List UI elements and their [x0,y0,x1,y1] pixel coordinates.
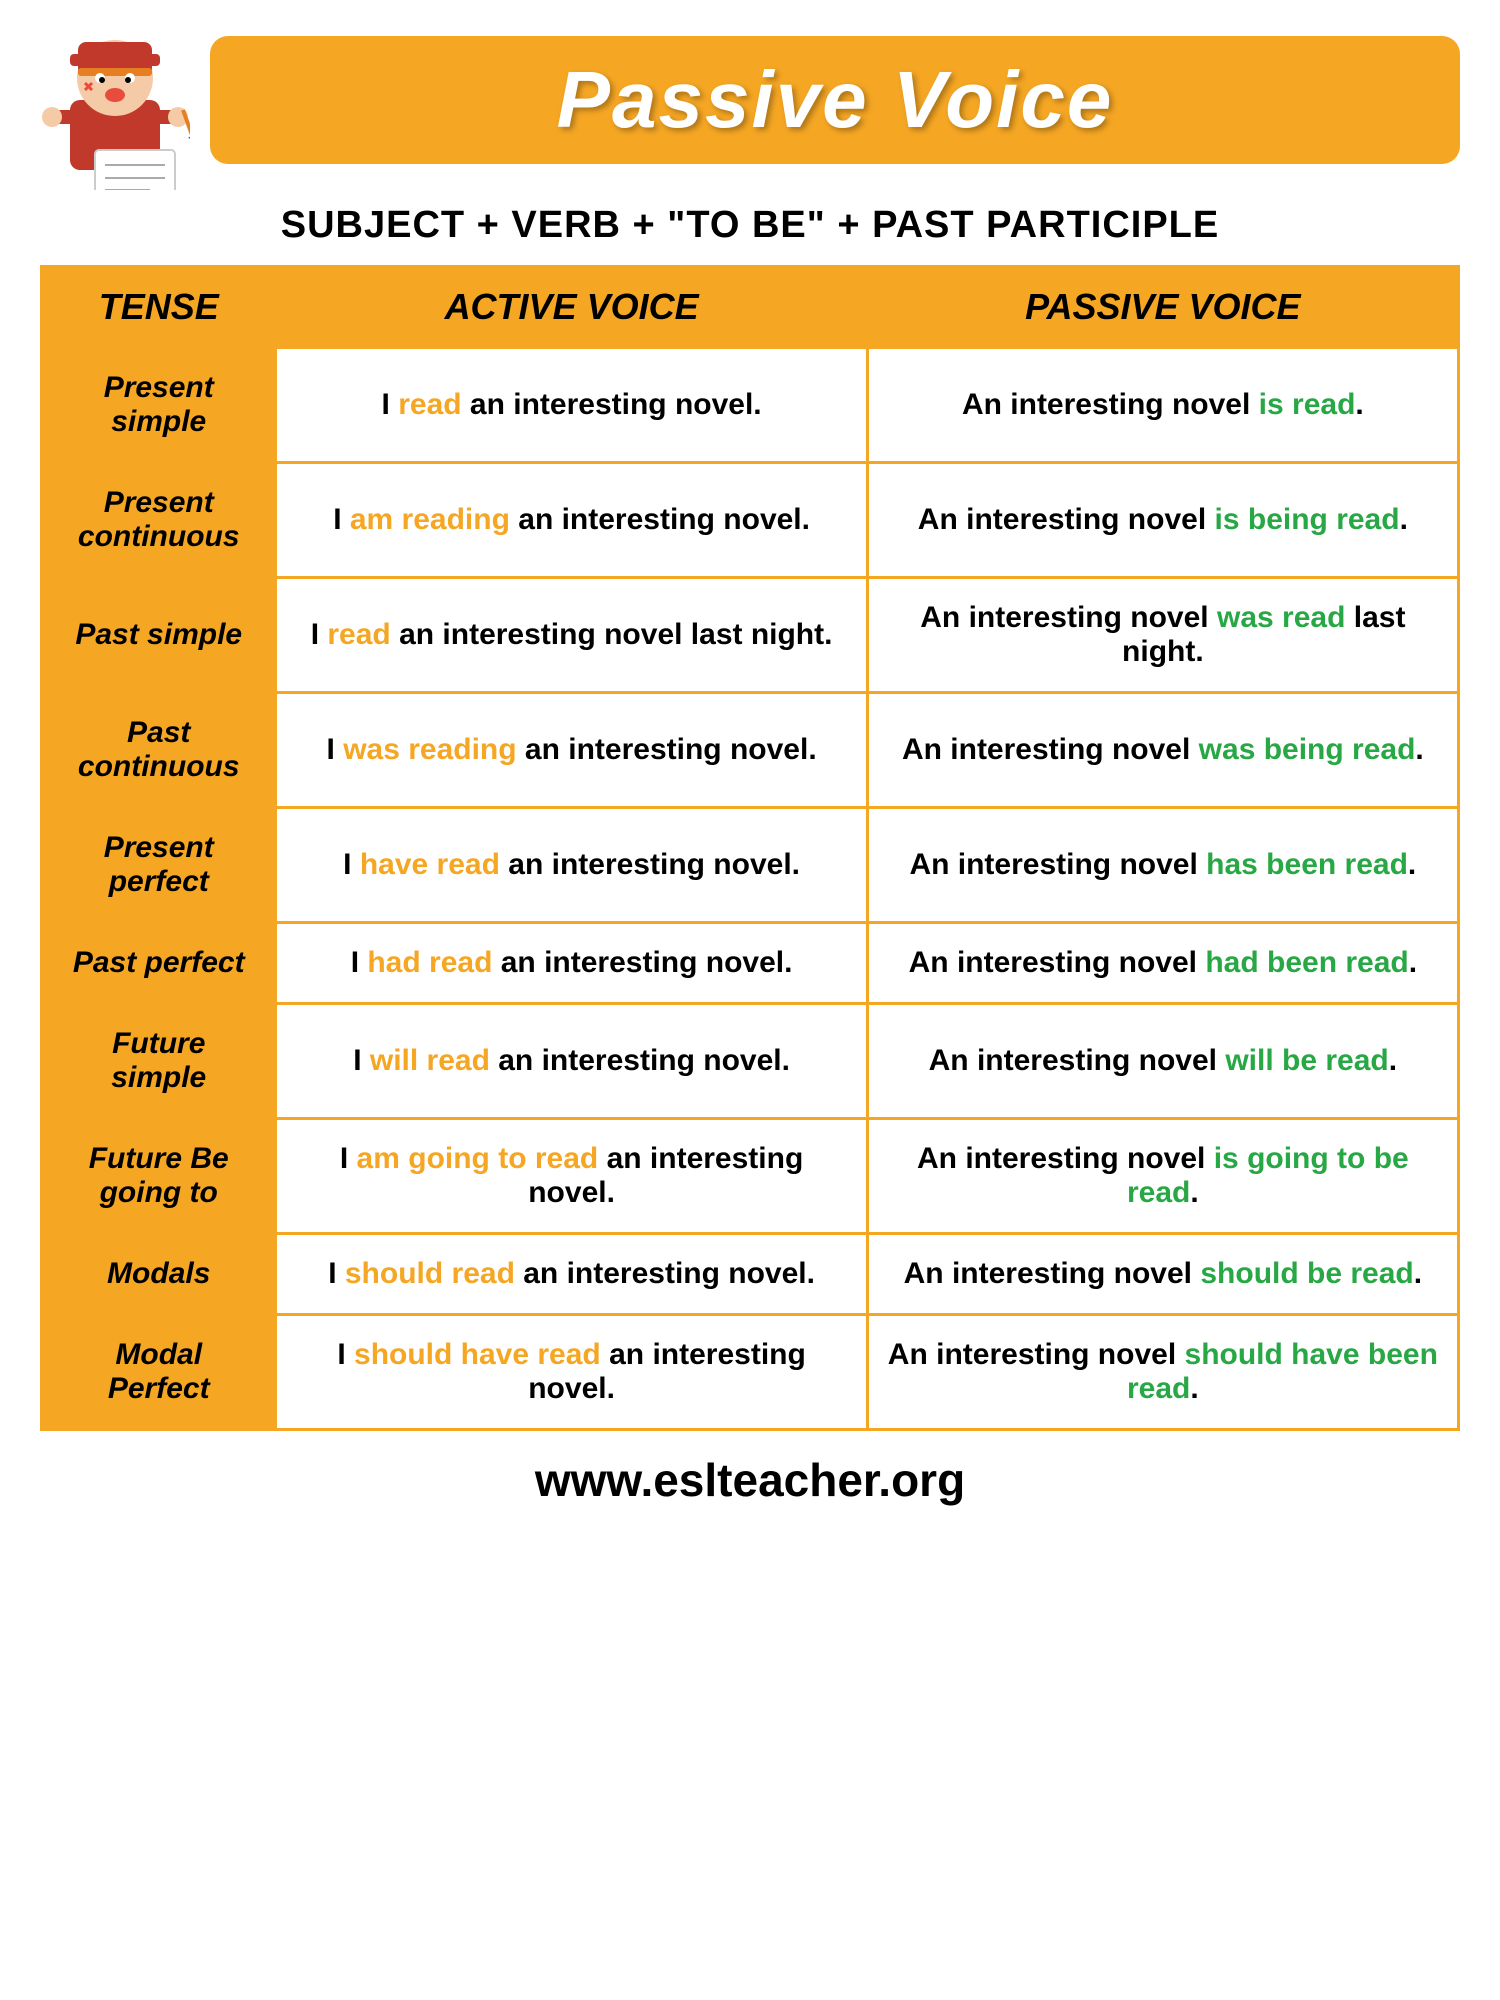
tense-cell: Future Be going to [42,1119,276,1234]
table-row: Future Be going toI am going to read an … [42,1119,1459,1234]
active-verb: should have read [354,1338,601,1371]
active-voice-cell: I read an interesting novel last night. [276,578,867,693]
active-voice-cell: I read an interesting novel. [276,348,867,463]
passive-verb: had been read [1205,946,1408,979]
active-voice-cell: I have read an interesting novel. [276,808,867,923]
table-row: ModalsI should read an interesting novel… [42,1234,1459,1315]
passive-verb: was being read [1199,733,1416,766]
passive-voice-cell: An interesting novel is going to be read… [867,1119,1458,1234]
tense-cell: Past perfect [42,923,276,1004]
formula-line: SUBJECT + VERB + "TO BE" + PAST PARTICIP… [281,204,1220,247]
passive-voice-cell: An interesting novel was being read. [867,693,1458,808]
header-area: Passive Voice [40,20,1460,180]
col-header-active: ACTIVE VOICE [276,267,867,348]
passive-voice-cell: An interesting novel was read last night… [867,578,1458,693]
active-voice-cell: I should read an interesting novel. [276,1234,867,1315]
active-verb: should read [345,1257,515,1290]
passive-voice-cell: An interesting novel should have been re… [867,1315,1458,1430]
title-banner: Passive Voice [210,36,1460,164]
passive-voice-table: TENSE ACTIVE VOICE PASSIVE VOICE Present… [40,265,1460,1431]
passive-verb: was read [1217,601,1345,634]
active-verb: read [398,388,461,421]
active-verb: had read [367,946,492,979]
active-voice-cell: I should have read an interesting novel. [276,1315,867,1430]
passive-verb: is read [1259,388,1356,421]
passive-voice-cell: An interesting novel will be read. [867,1004,1458,1119]
passive-verb: should have been read [1127,1338,1438,1405]
active-verb: will read [370,1044,490,1077]
active-voice-cell: I had read an interesting novel. [276,923,867,1004]
passive-voice-cell: An interesting novel has been read. [867,808,1458,923]
table-row: Present continuousI am reading an intere… [42,463,1459,578]
active-verb: am going to read [357,1142,599,1175]
table-row: Future simpleI will read an interesting … [42,1004,1459,1119]
col-header-passive: PASSIVE VOICE [867,267,1458,348]
tense-cell: Modals [42,1234,276,1315]
table-row: Present perfectI have read an interestin… [42,808,1459,923]
character-illustration [40,20,190,180]
active-voice-cell: I am going to read an interesting novel. [276,1119,867,1234]
passive-voice-cell: An interesting novel had been read. [867,923,1458,1004]
active-voice-cell: I was reading an interesting novel. [276,693,867,808]
passive-verb: will be read [1225,1044,1388,1077]
table-row: Present simpleI read an interesting nove… [42,348,1459,463]
tense-cell: Present continuous [42,463,276,578]
main-title: Passive Voice [250,54,1420,146]
passive-verb: is being read [1215,503,1400,536]
tense-cell: Future simple [42,1004,276,1119]
tense-cell: Past continuous [42,693,276,808]
active-verb: have read [360,848,500,881]
tense-cell: Modal Perfect [42,1315,276,1430]
tense-cell: Present perfect [42,808,276,923]
tense-cell: Present simple [42,348,276,463]
table-row: Past perfectI had read an interesting no… [42,923,1459,1004]
footer-url: www.eslteacher.org [535,1453,965,1507]
tense-cell: Past simple [42,578,276,693]
active-verb: am reading [350,503,510,536]
active-verb: read [327,618,390,651]
table-header-row: TENSE ACTIVE VOICE PASSIVE VOICE [42,267,1459,348]
table-row: Past simpleI read an interesting novel l… [42,578,1459,693]
passive-voice-cell: An interesting novel is read. [867,348,1458,463]
table-row: Past continuousI was reading an interest… [42,693,1459,808]
passive-verb: is going to be read [1127,1142,1409,1209]
table-row: Modal PerfectI should have read an inter… [42,1315,1459,1430]
passive-voice-cell: An interesting novel is being read. [867,463,1458,578]
active-voice-cell: I am reading an interesting novel. [276,463,867,578]
active-voice-cell: I will read an interesting novel. [276,1004,867,1119]
passive-voice-cell: An interesting novel should be read. [867,1234,1458,1315]
passive-verb: has been read [1206,848,1408,881]
passive-verb: should be read [1200,1257,1413,1290]
col-header-tense: TENSE [42,267,276,348]
active-verb: was reading [343,733,516,766]
